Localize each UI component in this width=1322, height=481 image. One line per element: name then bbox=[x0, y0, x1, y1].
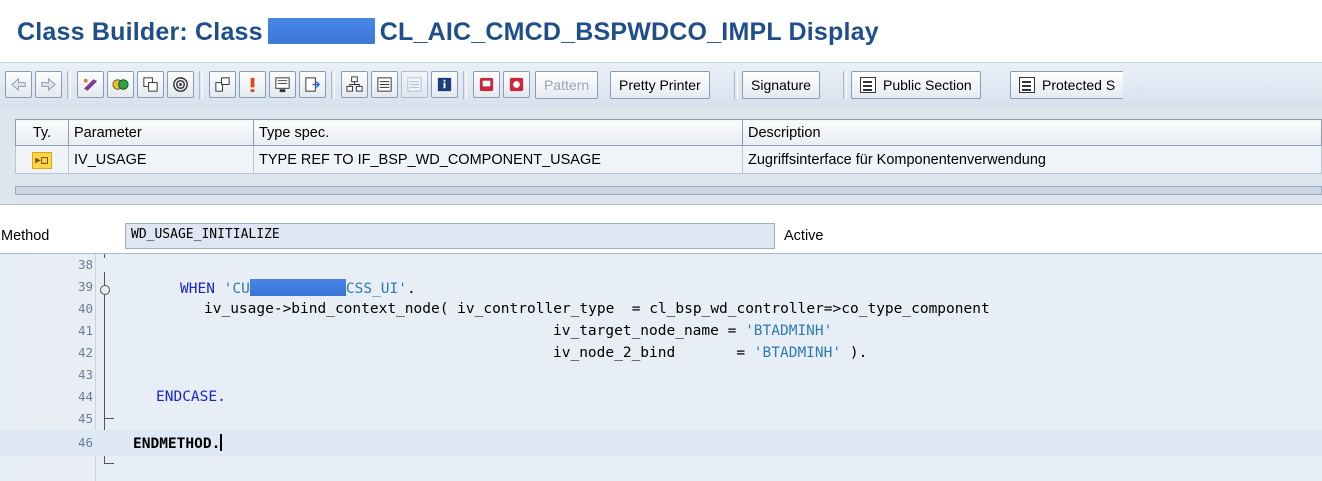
code-line: 40 iv_usage->bind_context_node( iv_contr… bbox=[77, 301, 990, 317]
signature-button[interactable]: Signature bbox=[742, 71, 820, 99]
column-header-type[interactable]: Ty. bbox=[15, 119, 69, 146]
code-line-current: 46 ENDMETHOD. bbox=[0, 430, 1322, 456]
code-line: 44 ENDCASE. bbox=[77, 389, 226, 405]
importing-icon: ▸◻ bbox=[15, 145, 69, 174]
type-spec-cell[interactable]: TYPE REF TO IF_BSP_WD_COMPONENT_USAGE bbox=[253, 145, 743, 174]
info-window-icon[interactable] bbox=[431, 71, 458, 98]
parameter-table: Ty. Parameter Type spec. Description ▸◻ … bbox=[15, 119, 1322, 174]
layout-icon[interactable] bbox=[401, 71, 428, 98]
document-icon bbox=[1019, 77, 1035, 93]
activate-icon[interactable] bbox=[137, 71, 164, 98]
pattern-button[interactable]: Pattern bbox=[535, 71, 599, 99]
public-section-button[interactable]: Public Section bbox=[851, 71, 981, 99]
title-prefix: Class Builder: Class bbox=[17, 18, 263, 46]
parameter-cell[interactable]: IV_USAGE bbox=[68, 145, 254, 174]
method-label: Method bbox=[1, 228, 50, 244]
column-header-description[interactable]: Description bbox=[742, 119, 1322, 146]
document-icon bbox=[860, 77, 876, 93]
info-icon[interactable] bbox=[269, 71, 296, 98]
title-bar: Class Builder: Class CL_AIC_CMCD_BSPWDCO_… bbox=[0, 0, 1322, 62]
table-scrollbar[interactable] bbox=[15, 186, 1322, 195]
code-line: 45 bbox=[77, 411, 93, 426]
breakpoint-icon[interactable] bbox=[473, 71, 500, 98]
help-icon[interactable] bbox=[371, 71, 398, 98]
page-title: Class Builder: Class CL_AIC_CMCD_BSPWDCO_… bbox=[17, 18, 879, 47]
status-label: Active bbox=[784, 228, 824, 244]
where-used-icon[interactable] bbox=[167, 71, 194, 98]
other-object-icon[interactable] bbox=[77, 71, 104, 98]
external-breakpoint-icon[interactable] bbox=[503, 71, 530, 98]
code-line: 39 WHEN 'CU CSS_UI'. bbox=[77, 279, 416, 297]
redaction-mask bbox=[249, 279, 346, 296]
application-toolbar: Pattern Pretty Printer Signature Public … bbox=[0, 62, 1322, 108]
redaction-mask bbox=[267, 18, 375, 44]
parameter-panel: Ty. Parameter Type spec. Description ▸◻ … bbox=[0, 107, 1322, 205]
code-editor[interactable]: 38 39 WHEN 'CU CSS_UI'. 40 iv_usage->bind… bbox=[0, 253, 1322, 481]
description-cell[interactable]: Zugriffsinterface für Komponentenverwend… bbox=[742, 145, 1322, 174]
forward-icon[interactable] bbox=[35, 71, 62, 98]
text-cursor bbox=[220, 434, 223, 451]
code-line: 38 bbox=[77, 257, 93, 272]
display-object-list-icon[interactable] bbox=[209, 71, 236, 98]
back-icon[interactable] bbox=[5, 71, 32, 98]
table-row[interactable]: ▸◻ IV_USAGE TYPE REF TO IF_BSP_WD_COMPON… bbox=[15, 145, 1322, 174]
column-header-type-spec[interactable]: Type spec. bbox=[253, 119, 743, 146]
column-header-parameter[interactable]: Parameter bbox=[68, 119, 254, 146]
object-tree-icon[interactable] bbox=[341, 71, 368, 98]
code-line: 42 iv_node_2_bind = 'BTADMINH' ). bbox=[77, 345, 868, 361]
method-header: Method WD_USAGE_INITIALIZE Active bbox=[0, 210, 1322, 254]
code-line: 43 bbox=[77, 367, 93, 382]
enhance-icon[interactable] bbox=[299, 71, 326, 98]
title-suffix: CL_AIC_CMCD_BSPWDCO_IMPL Display bbox=[379, 18, 879, 46]
navigation-window-icon[interactable] bbox=[239, 71, 266, 98]
method-name-field[interactable]: WD_USAGE_INITIALIZE bbox=[125, 223, 775, 249]
code-line: 41 iv_target_node_name = 'BTADMINH' bbox=[77, 323, 833, 339]
pretty-printer-button[interactable]: Pretty Printer bbox=[610, 71, 710, 99]
protected-section-button[interactable]: Protected S bbox=[1010, 71, 1124, 99]
check-icon[interactable] bbox=[107, 71, 134, 98]
